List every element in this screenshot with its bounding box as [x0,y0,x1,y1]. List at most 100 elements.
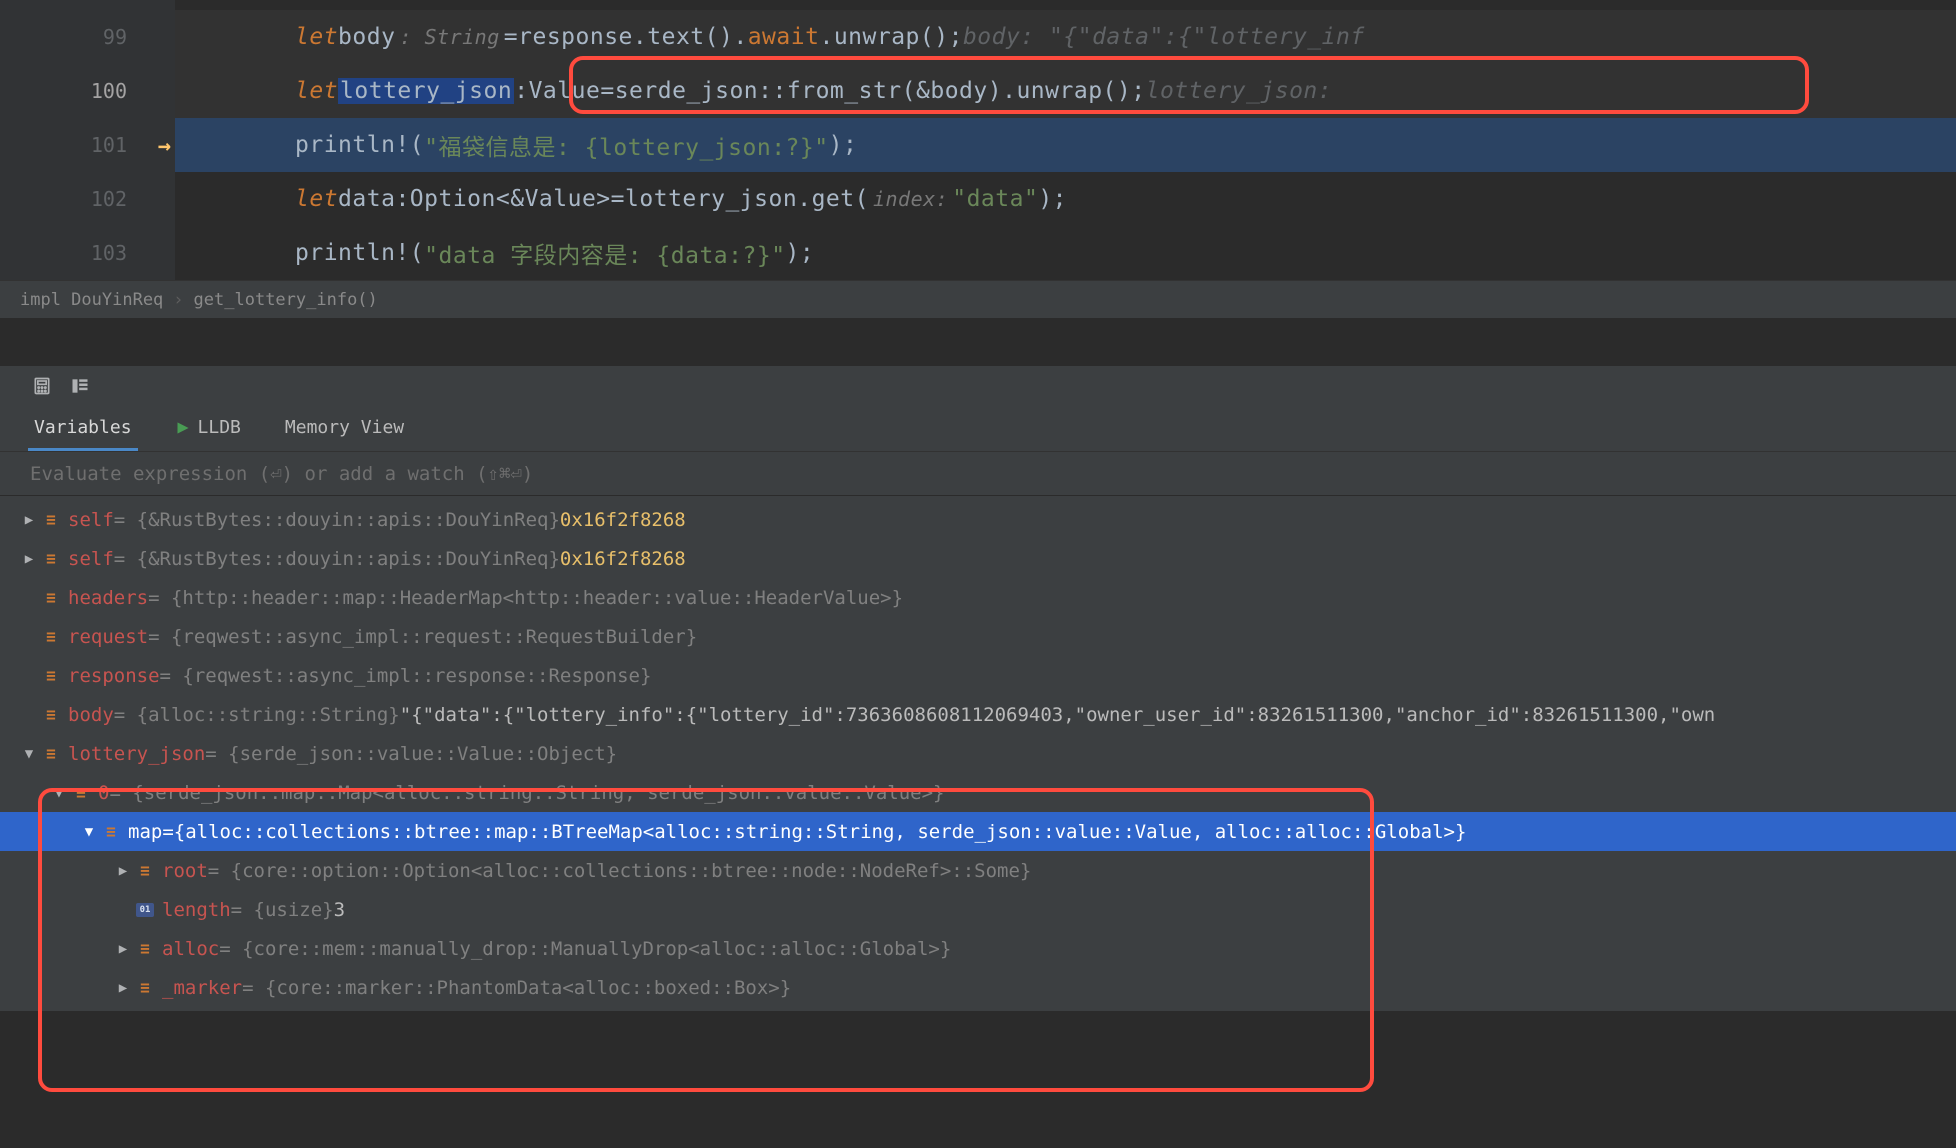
primitive-icon: 01 [136,903,154,917]
execution-arrow-icon: → [158,134,171,159]
variable-row[interactable]: ▼≡ lottery_json = {serde_json::value::Val… [0,734,1956,773]
object-icon: ≡ [42,511,60,529]
object-icon: ≡ [102,823,120,841]
variable-type: = {&RustBytes::douyin::apis::DouYinReq} [114,548,560,570]
variable-type: = {serde_json::map::Map<alloc::string::S… [109,782,944,804]
line-number: 99 [103,25,127,49]
variable-row[interactable]: ▶≡root = {core::option::Option<alloc::co… [0,851,1956,890]
gutter-row: 103 [0,226,175,280]
chevron-right-icon[interactable]: ▶ [20,512,38,528]
code-area[interactable]: let body : String = response.text().awai… [175,0,1956,280]
debug-toolbar [0,366,1956,406]
variable-type: = {alloc::string::String} [114,704,400,726]
variable-type: = {serde_json::value::Value::Object} [205,743,617,765]
code-line[interactable]: println!("data 字段内容是: {data:?}"); [175,226,1956,280]
breadcrumb-item[interactable]: impl DouYinReq [20,290,163,310]
variable-type: = {reqwest::async_impl::request::Request… [148,626,697,648]
chevron-right-icon[interactable]: ▶ [114,863,132,879]
variable-type: = {reqwest::async_impl::response::Respon… [160,665,652,687]
panel-divider[interactable] [0,318,1956,366]
variable-name: map [128,821,162,843]
variable-type: = {core::mem::manually_drop::ManuallyDro… [219,938,951,960]
line-number: 103 [91,241,127,265]
variable-type: = {&RustBytes::douyin::apis::DouYinReq} [114,509,560,531]
variable-name: root [162,860,208,882]
variable-value: 0x16f2f8268 [560,509,686,531]
tab-label: LLDB [198,417,241,438]
debug-tabs: Variables LLDB Memory View [0,406,1956,452]
variable-name: _marker [162,977,242,999]
object-icon: ≡ [42,667,60,685]
chevron-right-icon[interactable]: ▶ [114,941,132,957]
code-line-current[interactable]: println!("福袋信息是: {lottery_json:?}"); [175,118,1956,172]
gutter-row: 100 [0,64,175,118]
tab-label: Variables [34,417,132,438]
object-icon: ≡ [42,745,60,763]
chevron-down-icon[interactable]: ▼ [50,785,68,801]
variable-name: alloc [162,938,219,960]
object-icon: ≡ [136,940,154,958]
object-icon: ≡ [42,628,60,646]
object-icon: ≡ [42,706,60,724]
gutter-row: 99 [0,10,175,64]
variables-tree[interactable]: ▶≡self = {&RustBytes::douyin::apis::DouY… [0,496,1956,1011]
variable-name: lottery_json [68,743,205,765]
variable-name: body [68,704,114,726]
variable-type: = {usize} [231,899,334,921]
variable-row[interactable]: ▶01length = {usize} 3 [0,890,1956,929]
tab-variables[interactable]: Variables [28,407,138,451]
variable-name: response [68,665,160,687]
variable-name: length [162,899,231,921]
object-icon: ≡ [136,979,154,997]
variable-row[interactable]: ▶≡body = {alloc::string::String} "{"data… [0,695,1956,734]
layout-icon[interactable] [70,376,90,396]
variable-type: = [162,821,173,843]
variable-value: "{"data":{"lottery_info":{"lottery_id":7… [400,704,1715,726]
variable-row[interactable]: ▶≡ alloc = {core::mem::manually_drop::Man… [0,929,1956,968]
object-icon: ≡ [42,550,60,568]
variable-type: = {http::header::map::HeaderMap<http::he… [148,587,903,609]
tab-lldb[interactable]: LLDB [170,407,247,451]
variable-value: 0x16f2f8268 [560,548,686,570]
variable-row[interactable]: ▶≡request = {reqwest::async_impl::reques… [0,617,1956,656]
variable-row[interactable]: ▶≡response = {reqwest::async_impl::respo… [0,656,1956,695]
code-line[interactable]: let body : String = response.text().awai… [175,10,1956,64]
line-number: 102 [91,187,127,211]
variable-row[interactable]: ▶≡ _marker = {core::marker::PhantomData<a… [0,968,1956,1007]
variable-row[interactable]: ▼≡ map = {alloc::collections::btree::map:… [0,812,1956,851]
variable-name: 0 [98,782,109,804]
tab-label: Memory View [285,417,404,438]
line-number: 100 [91,79,127,103]
code-line[interactable]: let lottery_json: Value = serde_json::fr… [175,64,1956,118]
breadcrumb[interactable]: impl DouYinReq › get_lottery_info() [0,280,1956,318]
variable-row[interactable]: ▶≡ self = {&RustBytes::douyin::apis::DouY… [0,500,1956,539]
watch-expression-input[interactable]: Evaluate expression (⏎) or add a watch (… [0,452,1956,496]
code-editor[interactable]: 99 100 101 → 102 103 let body : String =… [0,0,1956,280]
variable-value: {alloc::collections::btree::map::BTreeMa… [174,821,1467,843]
play-icon [177,422,188,433]
breadcrumb-item[interactable]: get_lottery_info() [194,290,378,310]
object-icon: ≡ [72,784,90,802]
object-icon: ≡ [136,862,154,880]
gutter-row: 102 [0,172,175,226]
chevron-right-icon: › [173,290,183,310]
variable-type: = {core::marker::PhantomData<alloc::boxe… [242,977,791,999]
gutter: 99 100 101 → 102 103 [0,0,175,280]
chevron-down-icon[interactable]: ▼ [20,746,38,762]
tab-memory-view[interactable]: Memory View [279,407,410,451]
variable-value: 3 [334,899,345,921]
variable-name: headers [68,587,148,609]
gutter-row: 101 → [0,118,175,172]
variable-row[interactable]: ▼≡ 0 = {serde_json::map::Map<alloc::strin… [0,773,1956,812]
calculator-icon[interactable] [32,376,52,396]
chevron-right-icon[interactable]: ▶ [20,551,38,567]
chevron-down-icon[interactable]: ▼ [80,824,98,840]
variable-name: self [68,509,114,531]
variable-row[interactable]: ▶≡headers = {http::header::map::HeaderMa… [0,578,1956,617]
variable-row[interactable]: ▶≡ self = {&RustBytes::douyin::apis::DouY… [0,539,1956,578]
object-icon: ≡ [42,589,60,607]
chevron-right-icon[interactable]: ▶ [114,980,132,996]
code-line[interactable]: let data: Option<&Value> = lottery_json.… [175,172,1956,226]
variable-name: self [68,548,114,570]
line-number: 101 [91,133,127,157]
